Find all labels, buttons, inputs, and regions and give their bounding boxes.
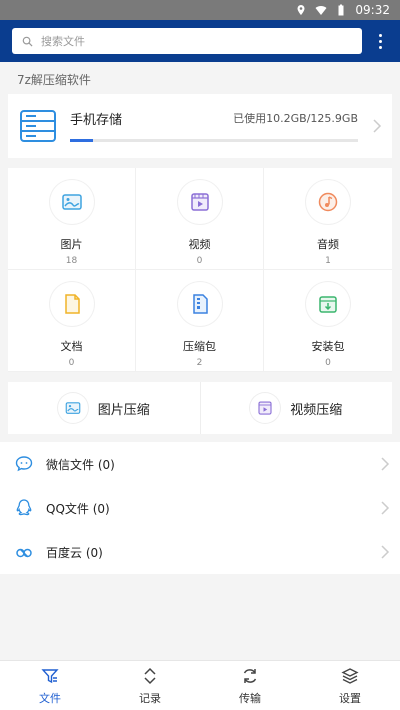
tab-transfer[interactable]: 传输	[200, 661, 300, 710]
category-count: 1	[325, 256, 331, 266]
category-count: 0	[68, 358, 75, 368]
category-label: 安装包	[311, 340, 345, 353]
category-audio[interactable]: 音频 1	[264, 168, 392, 270]
transfer-icon	[243, 668, 257, 683]
category-count: 0	[325, 358, 331, 368]
app-bar: 搜索文件	[0, 20, 400, 62]
battery-icon	[335, 4, 347, 16]
category-count: 0	[196, 256, 203, 266]
document-icon	[64, 294, 80, 314]
tab-records[interactable]: 记录	[100, 661, 200, 710]
storage-icon	[20, 110, 56, 142]
status-bar: 09:32	[0, 0, 400, 20]
files-icon	[41, 668, 59, 683]
more-menu-button[interactable]	[368, 28, 392, 54]
compress-tools: 图片压缩 视频压缩	[8, 382, 392, 434]
search-icon	[22, 36, 33, 47]
records-icon	[144, 667, 156, 684]
list-item-wechat[interactable]: 微信文件 (0)	[0, 442, 400, 486]
location-icon	[295, 4, 307, 16]
image-compress-button[interactable]: 图片压缩	[8, 382, 201, 434]
tab-label: 记录	[139, 691, 161, 705]
image-compress-label: 图片压缩	[97, 402, 150, 418]
archive-icon	[192, 294, 208, 314]
storage-name: 手机存储	[70, 113, 123, 128]
tab-label: 传输	[239, 691, 261, 705]
category-label: 音频	[317, 238, 339, 251]
audio-icon	[318, 192, 338, 212]
list-item-label: 微信文件 (0)	[46, 457, 115, 472]
status-time: 09:32	[355, 3, 390, 17]
video-icon	[190, 193, 209, 211]
image-compress-icon	[65, 402, 81, 414]
tab-settings[interactable]: 设置	[300, 661, 400, 710]
phone-storage-card[interactable]: 手机存储 已使用10.2GB/125.9GB	[8, 94, 392, 158]
storage-progress-fill	[70, 139, 94, 142]
qq-icon	[16, 499, 32, 516]
bottom-tab-bar: 文件 记录 传输 设置	[0, 660, 400, 710]
tab-label: 设置	[339, 691, 361, 705]
category-label: 视频	[188, 238, 211, 251]
baidu-cloud-icon	[16, 548, 32, 558]
image-icon	[61, 194, 82, 210]
category-archive[interactable]: 压缩包 2	[136, 270, 264, 372]
category-count: 18	[65, 256, 78, 266]
wechat-icon	[15, 456, 33, 472]
storage-used-text: 已使用10.2GB/125.9GB	[233, 112, 358, 125]
install-package-icon	[319, 296, 337, 313]
list-item-qq[interactable]: QQ文件 (0)	[0, 486, 400, 530]
wifi-icon	[315, 4, 327, 16]
category-document[interactable]: 文档 0	[8, 270, 136, 372]
section-title: 7z解压缩软件	[17, 73, 91, 87]
category-video[interactable]: 视频 0	[136, 168, 264, 270]
chevron-right-icon	[381, 545, 390, 559]
category-label: 图片	[60, 238, 83, 251]
list-item-label: QQ文件 (0)	[46, 501, 110, 516]
tab-files[interactable]: 文件	[0, 661, 100, 710]
list-item-baidu-cloud[interactable]: 百度云 (0)	[0, 530, 400, 574]
category-count: 2	[196, 358, 203, 368]
source-list: 微信文件 (0) QQ文件 (0) 百度云 (0)	[0, 442, 400, 574]
category-grid: 图片 18 视频 0 音频 1 文档 0 压缩包 2 安装包 0	[8, 168, 392, 372]
category-label: 文档	[60, 340, 83, 353]
settings-icon	[341, 667, 359, 684]
search-input[interactable]: 搜索文件	[12, 28, 362, 54]
tab-label: 文件	[39, 691, 61, 705]
list-item-label: 百度云 (0)	[46, 545, 103, 560]
search-placeholder: 搜索文件	[41, 35, 85, 48]
chevron-right-icon	[373, 119, 382, 133]
category-label: 压缩包	[183, 340, 216, 353]
video-compress-icon	[258, 401, 272, 415]
storage-progress-bar	[70, 139, 358, 142]
category-install-package[interactable]: 安装包 0	[264, 270, 392, 372]
category-image[interactable]: 图片 18	[8, 168, 136, 270]
chevron-right-icon	[381, 501, 390, 515]
video-compress-button[interactable]: 视频压缩	[201, 382, 393, 434]
video-compress-label: 视频压缩	[290, 402, 343, 418]
chevron-right-icon	[381, 457, 390, 471]
